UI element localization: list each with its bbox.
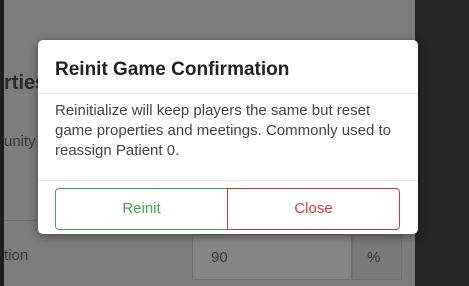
setting-label-fraction: tion	[4, 247, 29, 264]
setting-unit-addon: %	[352, 234, 402, 280]
reinit-confirmation-dialog: Reinit Game Confirmation Reinitialize wi…	[38, 40, 418, 234]
setting-value-text: 90	[211, 249, 228, 266]
dialog-footer-divider	[38, 180, 418, 181]
reinit-button[interactable]: Reinit	[55, 188, 228, 230]
dialog-message: Reinitialize will keep players the same …	[55, 102, 392, 159]
dialog-title: Reinit Game Confirmation	[55, 59, 290, 80]
setting-value-input[interactable]: 90	[192, 234, 352, 280]
percent-unit-label: %	[367, 249, 381, 266]
setting-label-community: unity	[4, 133, 36, 150]
background-side-panel	[415, 0, 469, 286]
close-button[interactable]: Close	[227, 188, 400, 230]
dialog-header-divider	[38, 93, 418, 94]
